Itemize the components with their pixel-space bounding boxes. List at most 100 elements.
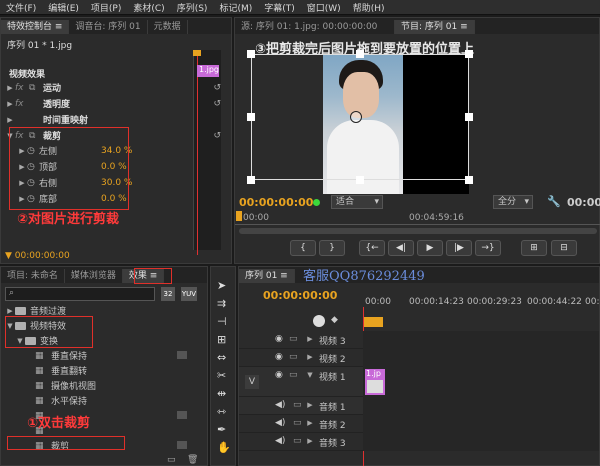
lock-icon[interactable]: ▭ <box>293 436 302 446</box>
target-v-icon[interactable]: V <box>245 375 259 389</box>
tab-metadata[interactable]: 元数据 <box>148 20 188 34</box>
menu-edit[interactable]: 编辑(E) <box>42 1 85 14</box>
reset-icon[interactable]: ↺ <box>213 99 221 109</box>
play-button[interactable]: ▶ <box>417 240 443 256</box>
tab-source[interactable]: 源: 序列 01: 1.jpg: 00:00:00:00 <box>235 20 395 34</box>
transform-handle[interactable] <box>465 176 473 184</box>
effect-row-time-remap[interactable]: ▶ 时间重映射 <box>5 112 191 127</box>
ruler-playhead[interactable] <box>236 211 242 221</box>
fit-dropdown[interactable]: 适合 ▾ <box>331 195 383 209</box>
program-timecode[interactable]: 00:00:00:00 <box>239 196 313 209</box>
transform-handle[interactable] <box>247 50 255 58</box>
tab-effect-controls[interactable]: 特效控制台 ≡ <box>1 20 70 34</box>
menu-file[interactable]: 文件(F) <box>0 1 42 14</box>
extract-button[interactable]: ⊟ <box>551 240 577 256</box>
rate-stretch-tool-icon[interactable]: ⇔ <box>217 351 226 364</box>
selection-tool-icon[interactable]: ➤ <box>217 279 226 292</box>
ripple-edit-tool-icon[interactable]: ⊣ <box>217 315 227 328</box>
effect-row-motion[interactable]: ▶ fx ⧉ 运动 ↺ <box>5 80 221 95</box>
menu-project[interactable]: 项目(P) <box>85 1 127 14</box>
expand-icon[interactable]: ▶ <box>305 335 315 343</box>
yuv-icon[interactable]: YUV <box>181 287 197 301</box>
track-area[interactable] <box>363 415 599 433</box>
hand-tool-icon[interactable]: ✋ <box>217 441 231 454</box>
eye-icon[interactable]: ◉ <box>275 334 283 344</box>
speaker-icon[interactable]: ◀) <box>275 418 285 428</box>
marker-icon[interactable]: ◆ <box>331 315 338 325</box>
timecode[interactable]: 00:00:00:00 <box>15 251 70 261</box>
lock-icon[interactable]: ▭ <box>293 400 302 410</box>
monitor-ruler[interactable]: 00:00 00:04:59:16 <box>235 211 600 225</box>
pen-tool-icon[interactable]: ✒ <box>217 423 226 436</box>
lock-icon[interactable]: ▭ <box>289 370 298 380</box>
menu-marker[interactable]: 标记(M) <box>213 1 258 14</box>
timeline-clip[interactable]: 1.jp <box>365 369 385 395</box>
tab-sequence[interactable]: 序列 01 ≡ <box>239 269 295 283</box>
mark-in-button[interactable]: { <box>290 240 316 256</box>
tab-program[interactable]: 节目: 序列 01 ≡ <box>395 20 475 34</box>
track-area[interactable] <box>363 433 599 451</box>
expand-icon[interactable]: ▶ <box>305 419 315 427</box>
menu-clip[interactable]: 素材(C) <box>127 1 170 14</box>
step-back-button[interactable]: ◀| <box>388 240 414 256</box>
snap-icon[interactable] <box>313 315 325 327</box>
expand-icon[interactable]: ▶ <box>5 307 15 315</box>
transform-handle[interactable] <box>465 50 473 58</box>
slip-tool-icon[interactable]: ⇹ <box>217 387 226 400</box>
razor-tool-icon[interactable]: ✂ <box>217 369 226 382</box>
slide-tool-icon[interactable]: ⇿ <box>217 405 226 418</box>
collapse-icon[interactable]: ▼ <box>305 371 315 379</box>
menu-sequence[interactable]: 序列(S) <box>171 1 214 14</box>
reset-icon[interactable]: ↺ <box>213 83 221 93</box>
work-area-bar[interactable] <box>363 317 383 327</box>
transform-handle[interactable] <box>465 113 473 121</box>
track-area[interactable] <box>363 331 599 349</box>
track-area[interactable] <box>363 397 599 415</box>
timeline-ruler[interactable]: 00:00 00:00:14:23 00:00:29:23 00:00:44:2… <box>363 297 600 319</box>
expand-icon[interactable]: ▶ <box>305 353 315 361</box>
mark-out-button[interactable]: } <box>319 240 345 256</box>
eye-icon[interactable]: ◉ <box>275 352 283 362</box>
transform-handle[interactable] <box>356 176 364 184</box>
list-item[interactable]: ▦ 摄像机视图 <box>35 378 207 393</box>
speaker-icon[interactable]: ◀) <box>275 400 285 410</box>
list-item[interactable]: ▦ 水平保持 <box>35 393 207 408</box>
lift-button[interactable]: ⊞ <box>521 240 547 256</box>
track-area[interactable] <box>363 367 599 397</box>
tab-audio-mixer[interactable]: 调音台: 序列 01 <box>69 20 148 34</box>
go-to-in-button[interactable]: {← <box>359 240 385 256</box>
lock-icon[interactable]: ▭ <box>289 352 298 362</box>
tab-media-browser[interactable]: 媒体浏览器 <box>65 269 123 283</box>
track-select-tool-icon[interactable]: ⇉ <box>217 297 226 310</box>
transform-handle[interactable] <box>247 113 255 121</box>
transform-handle[interactable] <box>247 176 255 184</box>
track-area[interactable] <box>363 349 599 367</box>
rolling-edit-tool-icon[interactable]: ⊞ <box>217 333 226 346</box>
timeline-timecode[interactable]: 00:00:00:00 <box>263 289 337 302</box>
wrench-icon[interactable]: 🔧 <box>547 195 561 208</box>
tab-project[interactable]: 项目: 未命名 <box>1 269 65 283</box>
trash-icon[interactable]: 🗑 <box>187 455 198 465</box>
expand-icon[interactable]: ▶ <box>305 401 315 409</box>
lock-icon[interactable]: ▭ <box>293 418 302 428</box>
reset-icon[interactable]: ↺ <box>213 131 221 141</box>
menu-help[interactable]: 帮助(H) <box>347 1 391 14</box>
effect-row-opacity[interactable]: ▶ fx 透明度 ↺ <box>5 96 221 111</box>
list-item[interactable]: ▦ 垂直翻转 <box>35 363 207 378</box>
transform-handle[interactable] <box>356 50 364 58</box>
menu-window[interactable]: 窗口(W) <box>301 1 347 14</box>
effects-search-input[interactable]: ⌕ <box>5 287 155 301</box>
expand-icon[interactable]: ▶ <box>5 100 15 108</box>
anchor-point-icon[interactable] <box>350 111 362 123</box>
lock-icon[interactable]: ▭ <box>289 334 298 344</box>
new-bin-icon[interactable]: ▭ <box>167 455 176 465</box>
expand-icon[interactable]: ▶ <box>5 84 15 92</box>
expand-icon[interactable]: ▶ <box>5 116 15 124</box>
monitor-scrollbar[interactable] <box>239 228 597 234</box>
menu-title[interactable]: 字幕(T) <box>258 1 301 14</box>
quality-dropdown[interactable]: 全分 ▾ <box>493 195 533 209</box>
expand-icon[interactable]: ▶ <box>305 437 315 445</box>
eye-icon[interactable]: ◉ <box>275 370 283 380</box>
speaker-icon[interactable]: ◀) <box>275 436 285 446</box>
accelerated-icon[interactable]: 32 <box>161 287 175 301</box>
